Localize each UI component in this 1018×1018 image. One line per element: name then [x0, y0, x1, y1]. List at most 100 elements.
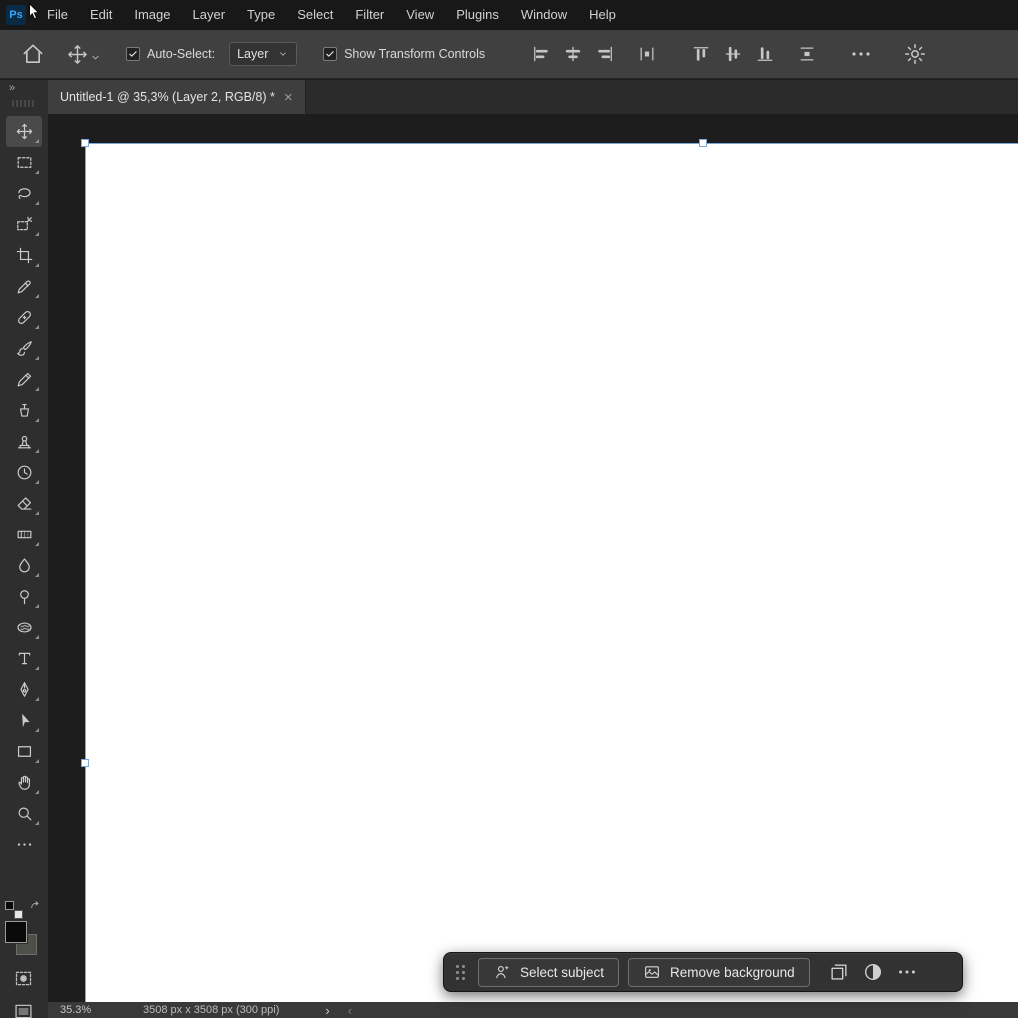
remove-background-button[interactable]: Remove background	[628, 957, 810, 987]
tool-preset-picker[interactable]	[66, 43, 102, 66]
tool-clone-stamp[interactable]	[6, 426, 42, 457]
tool-more-tools[interactable]	[6, 829, 42, 860]
image-icon	[643, 963, 661, 981]
auto-select-checkbox[interactable]	[126, 47, 140, 61]
tool-dodge[interactable]	[6, 581, 42, 612]
tool-lasso[interactable]	[6, 178, 42, 209]
auto-select-option[interactable]: Auto-Select:	[126, 47, 215, 61]
tool-object-selection[interactable]	[6, 209, 42, 240]
menu-filter[interactable]: Filter	[344, 0, 395, 30]
blur-icon	[15, 556, 34, 575]
chevron-down-icon	[89, 51, 102, 64]
align-top-icon[interactable]	[691, 44, 711, 64]
eraser-icon	[15, 494, 34, 513]
tool-path-selection[interactable]	[6, 705, 42, 736]
rectangular-marquee-icon	[15, 153, 34, 172]
menu-image[interactable]: Image	[123, 0, 181, 30]
default-colors-icon[interactable]	[5, 901, 23, 919]
tool-settings-button[interactable]	[903, 42, 927, 66]
more-button[interactable]	[896, 961, 918, 983]
menu-bar: Ps File Edit Image Layer Type Select Filter Vie…	[0, 0, 1018, 30]
eyedropper-icon	[15, 277, 34, 296]
more-tools-icon	[15, 835, 34, 854]
close-tab-icon[interactable]: ×	[284, 90, 293, 105]
move-icon	[66, 43, 89, 66]
tool-eyedropper[interactable]	[6, 271, 42, 302]
menu-window[interactable]: Window	[510, 0, 578, 30]
tool-gradient[interactable]	[6, 519, 42, 550]
tool-crop[interactable]	[6, 240, 42, 271]
show-transform-option[interactable]: Show Transform Controls	[323, 47, 485, 61]
align-center-horizontal-icon[interactable]	[563, 44, 583, 64]
tool-type[interactable]	[6, 643, 42, 674]
menu-help[interactable]: Help	[578, 0, 627, 30]
tool-eraser[interactable]	[6, 488, 42, 519]
adjustments-button[interactable]	[862, 961, 884, 983]
tool-pen[interactable]	[6, 674, 42, 705]
quick-mask-button[interactable]	[13, 968, 34, 989]
menu-type[interactable]: Type	[236, 0, 286, 30]
tool-brush[interactable]	[6, 333, 42, 364]
tool-history-brush[interactable]	[6, 457, 42, 488]
align-center-vertical-icon[interactable]	[723, 44, 743, 64]
menu-file[interactable]: File	[36, 0, 79, 30]
status-bar: 35.3% 3508 px x 3508 px (300 ppi) › ‹	[48, 1002, 1018, 1018]
drag-handle[interactable]	[456, 964, 465, 980]
swap-colors-icon[interactable]	[28, 900, 43, 915]
status-popup-chevron-icon[interactable]: ›	[325, 1004, 329, 1017]
alignment-controls	[485, 44, 817, 64]
auto-select-label: Auto-Select:	[147, 47, 216, 61]
tool-rectangle[interactable]	[6, 736, 42, 767]
menu-select[interactable]: Select	[286, 0, 344, 30]
toolbar-collapse-icon[interactable]: »	[9, 82, 15, 94]
tool-hand[interactable]	[6, 767, 42, 798]
tool-rectangular-marquee[interactable]	[6, 147, 42, 178]
tool-blur[interactable]	[6, 550, 42, 581]
align-left-icon[interactable]	[531, 44, 551, 64]
color-swatches	[4, 920, 39, 957]
document-title: Untitled-1 @ 35,3% (Layer 2, RGB/8) *	[60, 90, 275, 104]
tool-mixer-brush[interactable]	[6, 395, 42, 426]
more-align-options-button[interactable]	[849, 42, 873, 66]
brush-icon	[15, 339, 34, 358]
options-bar: Auto-Select: Layer Show Transform Contro…	[0, 30, 1018, 79]
dodge-icon	[15, 587, 34, 606]
toolbar-grip[interactable]	[12, 100, 34, 107]
menu-edit[interactable]: Edit	[79, 0, 123, 30]
document-tab[interactable]: Untitled-1 @ 35,3% (Layer 2, RGB/8) * ×	[48, 80, 306, 114]
status-scroll-chevron-icon[interactable]: ‹	[348, 1004, 352, 1017]
screen-mode-button[interactable]	[13, 1001, 34, 1018]
clone-stamp-icon	[15, 432, 34, 451]
canvas[interactable]	[85, 143, 1018, 1002]
canvas-area[interactable]	[48, 114, 1018, 1002]
select-subject-button[interactable]: Select subject	[478, 957, 620, 987]
align-bottom-icon[interactable]	[755, 44, 775, 64]
auto-select-target-value: Layer	[237, 47, 269, 61]
tool-move[interactable]	[6, 116, 42, 147]
type-icon	[15, 649, 34, 668]
tool-sponge[interactable]	[6, 612, 42, 643]
document-tab-bar: Untitled-1 @ 35,3% (Layer 2, RGB/8) * ×	[48, 80, 1018, 114]
distribute-horizontal-centers-icon[interactable]	[637, 44, 657, 64]
tool-spot-healing-brush[interactable]	[6, 302, 42, 333]
menu-plugins[interactable]: Plugins	[445, 0, 510, 30]
zoom-level-field[interactable]: 35.3%	[60, 1004, 115, 1016]
home-button[interactable]	[20, 41, 46, 67]
show-transform-checkbox[interactable]	[323, 47, 338, 61]
menu-view[interactable]: View	[395, 0, 445, 30]
align-right-icon[interactable]	[595, 44, 615, 64]
tool-zoom[interactable]	[6, 798, 42, 829]
tool-list	[0, 116, 48, 860]
transform-button[interactable]	[828, 961, 850, 983]
document-info[interactable]: 3508 px x 3508 px (300 ppi)	[143, 1004, 279, 1016]
transform-handle-top-center[interactable]	[699, 139, 707, 147]
auto-select-target-dropdown[interactable]: Layer	[229, 42, 298, 66]
menu-items: File Edit Image Layer Type Select Filter View Pl…	[36, 0, 627, 30]
transform-handle-middle-left[interactable]	[81, 759, 89, 767]
history-brush-icon	[15, 463, 34, 482]
foreground-color-swatch[interactable]	[4, 920, 28, 944]
tool-pencil[interactable]	[6, 364, 42, 395]
distribute-vertical-centers-icon[interactable]	[797, 44, 817, 64]
transform-handle-top-left[interactable]	[81, 139, 89, 147]
menu-layer[interactable]: Layer	[182, 0, 237, 30]
